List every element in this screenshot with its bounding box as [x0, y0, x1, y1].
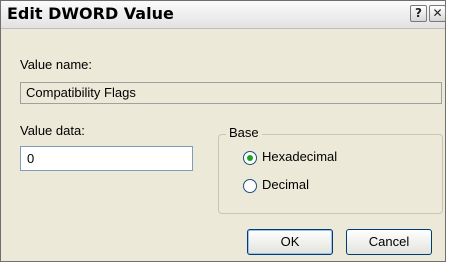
title-bar[interactable]: Edit DWORD Value ? ✕: [1, 1, 446, 29]
value-name-label: Value name:: [20, 57, 93, 72]
help-button[interactable]: ?: [410, 5, 427, 22]
radio-hexadecimal-label[interactable]: Hexadecimal: [262, 149, 337, 164]
close-button[interactable]: ✕: [429, 5, 446, 22]
dialog-title: Edit DWORD Value: [7, 4, 174, 23]
value-data-label: Value data:: [20, 123, 85, 138]
radio-button-unchecked-icon[interactable]: [243, 179, 257, 193]
ok-button[interactable]: OK: [247, 229, 333, 255]
base-groupbox: [218, 134, 443, 214]
cancel-button[interactable]: Cancel: [346, 229, 432, 255]
base-legend: Base: [226, 125, 262, 140]
edit-dword-dialog: Edit DWORD Value ? ✕ Value name: Compati…: [0, 0, 446, 262]
value-name-field: Compatibility Flags: [20, 82, 442, 104]
radio-dot-icon: [247, 155, 253, 161]
value-data-input[interactable]: 0: [20, 146, 193, 171]
radio-button-checked-icon[interactable]: [243, 151, 257, 165]
radio-decimal-label[interactable]: Decimal: [262, 177, 309, 192]
